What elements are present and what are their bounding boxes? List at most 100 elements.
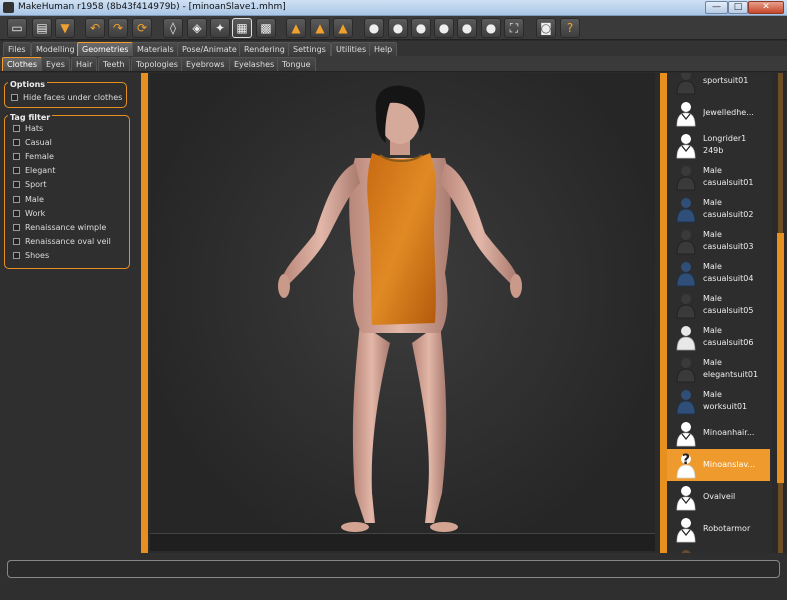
tag-male-checkbox-row[interactable]: Male [13, 193, 44, 205]
undo-button[interactable]: ↶ [85, 18, 105, 38]
clothes-item[interactable]: Shoes01 [667, 545, 770, 553]
clothes-item[interactable]: Male casualsuit01 [667, 161, 770, 193]
tag-shoes-checkbox-row[interactable]: Shoes [13, 250, 49, 262]
hide-faces-checkbox[interactable] [11, 93, 18, 101]
export-button[interactable]: ▼ [55, 18, 75, 38]
tag-work-checkbox-row[interactable]: Work [13, 207, 45, 219]
clothes-item[interactable]: Ovalveil [667, 481, 770, 513]
front-view-button[interactable]: ▲ [286, 18, 306, 38]
tag-checkbox[interactable] [13, 223, 20, 231]
tab-geometries[interactable]: Geometries [77, 42, 134, 56]
head-bottom-button[interactable]: ● [481, 18, 501, 38]
subtab-topologies[interactable]: Topologies [131, 57, 183, 71]
subtab-eyelashes[interactable]: Eyelashes [229, 57, 280, 71]
tag-checkbox[interactable] [13, 167, 20, 175]
clothes-item[interactable]: Male casualsuit06 [667, 321, 770, 353]
tag-checkbox[interactable] [13, 238, 20, 246]
clothes-item[interactable]: Longrider1 249b [667, 129, 770, 161]
clothes-item[interactable]: Male casualsuit03 [667, 225, 770, 257]
close-button[interactable]: ✕ [748, 1, 784, 14]
clothes-thumbnail-icon [672, 356, 700, 384]
tag-checkbox[interactable] [13, 209, 20, 217]
subtab-teeth[interactable]: Teeth [98, 57, 130, 71]
tab-help[interactable]: Help [369, 42, 398, 56]
head-front-button[interactable]: ● [364, 18, 384, 38]
redo-button[interactable]: ↷ [108, 18, 128, 38]
head-bottom-icon: ● [485, 21, 497, 35]
clothes-scroll-track[interactable] [772, 73, 787, 553]
tag-label: Casual [25, 137, 52, 147]
back-view-button[interactable]: ▲ [310, 18, 330, 38]
reset-camera-button[interactable]: ⛶ [504, 18, 524, 38]
clothes-item[interactable]: Robotarmor [667, 513, 770, 545]
save-button[interactable]: ▤ [32, 18, 52, 38]
tag-checkbox[interactable] [13, 138, 20, 146]
tab-utilities[interactable]: Utilities [331, 42, 372, 56]
subtab-clothes[interactable]: Clothes [2, 57, 42, 71]
tab-settings[interactable]: Settings [288, 42, 331, 56]
tag-sport-checkbox-row[interactable]: Sport [13, 179, 46, 191]
help-button[interactable]: ? [560, 18, 580, 38]
clothes-item[interactable]: Male casualsuit05 [667, 289, 770, 321]
clothes-scroll-thumb[interactable] [777, 233, 784, 483]
3d-viewport[interactable] [150, 73, 655, 551]
hide-faces-checkbox-row[interactable]: Hide faces under clothes [11, 91, 122, 103]
clothes-item[interactable]: ? Minoanslav... [667, 449, 770, 481]
clothes-item[interactable]: Male casualsuit02 [667, 193, 770, 225]
head-left-button[interactable]: ● [411, 18, 431, 38]
minimize-button[interactable]: — [705, 1, 728, 14]
tag-label: Female [25, 151, 54, 161]
head-back-button[interactable]: ● [388, 18, 408, 38]
tag-checkbox[interactable] [13, 181, 20, 189]
tag-label: Male [25, 194, 44, 204]
head-right-button[interactable]: ● [434, 18, 454, 38]
tag-label: Renaissance oval veil [25, 237, 111, 247]
clothes-item[interactable]: Male elegantsuit01 [667, 353, 770, 385]
tab-modelling[interactable]: Modelling [31, 42, 80, 56]
clothes-item-label: Male casualsuit04 [703, 262, 754, 283]
screenshot-button[interactable]: ◙ [536, 18, 556, 38]
tab-rendering[interactable]: Rendering [239, 42, 290, 56]
tag-hats-checkbox-row[interactable]: Hats [13, 122, 43, 134]
tag-checkbox[interactable] [13, 252, 20, 260]
clothes-item[interactable]: Male worksuit01 [667, 385, 770, 417]
clothes-item-label: Ovalveil [703, 492, 736, 501]
file-icon: ▭ [11, 21, 23, 35]
subtab-eyes[interactable]: Eyes [41, 57, 70, 71]
tag-checkbox[interactable] [13, 195, 20, 203]
clothes-item[interactable]: sportsuit01 [667, 73, 770, 97]
tab-pose-animate[interactable]: Pose/Animate [177, 42, 242, 56]
tag-casual-checkbox-row[interactable]: Casual [13, 136, 52, 148]
file-button[interactable]: ▭ [7, 18, 27, 38]
pose-button[interactable]: ✦ [210, 18, 230, 38]
head-top-button[interactable]: ● [457, 18, 477, 38]
clothes-item-label: Minoanslav... [703, 460, 756, 469]
right-panel-left-border [660, 73, 667, 553]
clothes-thumbnail-icon [672, 73, 700, 96]
tab-files[interactable]: Files [3, 42, 31, 56]
subtab-hair[interactable]: Hair [71, 57, 98, 71]
redo-icon: ↷ [112, 21, 124, 35]
clothes-item[interactable]: Minoanhair... [667, 417, 770, 449]
left-panel-scrollbar[interactable] [141, 73, 148, 553]
tag-checkbox[interactable] [13, 124, 20, 132]
wireframe-button[interactable]: ◈ [187, 18, 207, 38]
maximize-button[interactable]: □ [728, 1, 748, 14]
tag-renaissance-wimple-checkbox-row[interactable]: Renaissance wimple [13, 221, 106, 233]
clothes-item[interactable]: Male casualsuit04 [667, 257, 770, 289]
tag-elegant-checkbox-row[interactable]: Elegant [13, 165, 55, 177]
checker-button[interactable]: ▩ [256, 18, 276, 38]
clothes-thumbnail-icon [672, 132, 700, 160]
tag-renaissance-oval-veil-checkbox-row[interactable]: Renaissance oval veil [13, 236, 111, 248]
clothes-item[interactable]: Jewelledhe... [667, 97, 770, 129]
side-view-button[interactable]: ▲ [333, 18, 353, 38]
tag-female-checkbox-row[interactable]: Female [13, 150, 54, 162]
tag-checkbox[interactable] [13, 152, 20, 160]
subtab-eyebrows[interactable]: Eyebrows [181, 57, 230, 71]
subtab-tongue[interactable]: Tongue [277, 57, 316, 71]
tab-materials[interactable]: Materials [132, 42, 179, 56]
clothes-thumbnail-icon [672, 516, 700, 544]
reset-button[interactable]: ⟳ [132, 18, 152, 38]
smooth-button[interactable]: ◊ [163, 18, 183, 38]
grid-button[interactable]: ▦ [232, 18, 252, 38]
